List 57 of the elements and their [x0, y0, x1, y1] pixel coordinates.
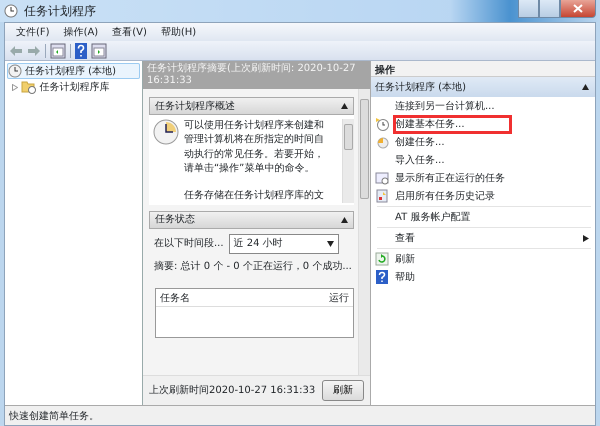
clock-icon — [4, 4, 18, 18]
menu-item[interactable]: 帮助(H) — [154, 24, 204, 40]
window-clock-icon — [375, 171, 389, 185]
panel-title: 任务状态 — [155, 212, 195, 228]
clock-icon — [8, 64, 22, 78]
help-icon[interactable] — [75, 42, 87, 58]
action-item[interactable]: AT 服务帐户配置 — [371, 208, 595, 226]
summary-header: 任务计划程序摘要(上次刷新时间: 2020-10-27 16:31:33 — [143, 61, 370, 89]
action-item[interactable]: 启用所有任务历史记录 — [371, 187, 595, 205]
clock-icon — [375, 135, 389, 149]
collapse-icon[interactable] — [341, 103, 348, 109]
forward-icon[interactable] — [27, 44, 41, 56]
close-icon — [573, 4, 583, 13]
actions-group-header[interactable]: 任务计划程序 (本地) — [371, 77, 595, 97]
action-item[interactable]: 查看 — [371, 229, 595, 247]
log-icon — [375, 189, 389, 203]
action-item[interactable]: 创建基本任务... — [371, 115, 595, 133]
clock-icon — [153, 119, 179, 145]
task-summary: 摘要: 总计 0 个 - 0 个正在运行，0 个成功... — [153, 260, 353, 274]
menu-item[interactable]: 文件(F) — [9, 24, 57, 40]
actions-title: 操作 — [371, 61, 595, 77]
pane-toggle-icon[interactable] — [91, 42, 107, 58]
submenu-arrow-icon — [583, 234, 589, 242]
scrollbar[interactable] — [358, 89, 370, 375]
period-dropdown[interactable]: 近 24 小时 — [228, 234, 339, 254]
overview-text: 可以使用任务计划程序来创建和 管理计算机将在所指定的时间自 动执行的常见任务。若要开始， 请单击“操作”菜单中的命令。 任务存储在任务计划程序库的文 — [184, 119, 325, 203]
action-item[interactable]: 导入任务... — [371, 151, 595, 169]
column-header[interactable]: 运行 — [329, 290, 349, 304]
menu-item[interactable]: 查看(V) — [105, 24, 154, 40]
window-title: 任务计划程序 — [24, 3, 96, 20]
folder-clock-icon — [21, 80, 37, 94]
tree-item[interactable]: 任务计划程序 (本地) — [7, 63, 140, 79]
refresh-button[interactable]: 刷新 — [322, 380, 364, 401]
column-header[interactable]: 任务名 — [160, 290, 190, 304]
pane-toggle-icon[interactable] — [50, 42, 66, 58]
close-button[interactable] — [560, 0, 596, 18]
action-item[interactable]: 帮助 — [371, 268, 595, 286]
clock-icon — [375, 117, 389, 131]
collapse-icon — [582, 84, 589, 90]
action-item[interactable]: 刷新 — [371, 250, 595, 268]
back-icon[interactable] — [9, 44, 23, 56]
expander-icon[interactable] — [12, 84, 18, 90]
last-refresh-text: 上次刷新时间2020-10-27 16:31:33 — [149, 384, 316, 398]
collapse-icon[interactable] — [341, 216, 348, 223]
action-item[interactable]: 创建任务... — [371, 133, 595, 151]
refresh-icon — [375, 252, 389, 266]
minimize-button[interactable] — [518, 0, 539, 18]
action-item[interactable]: 显示所有正在运行的任务 — [371, 169, 595, 187]
maximize-button[interactable] — [539, 0, 560, 18]
caret-icon — [326, 240, 334, 247]
scrollbar[interactable] — [342, 119, 354, 203]
tree-item[interactable]: 任务计划程序库 — [21, 80, 110, 94]
action-item[interactable]: 连接到另一台计算机... — [371, 97, 595, 115]
help-icon — [375, 270, 389, 284]
menu-item[interactable]: 操作(A) — [56, 24, 106, 40]
panel-title: 任务计划程序概述 — [155, 100, 235, 114]
period-label: 在以下时间段... — [154, 236, 224, 252]
